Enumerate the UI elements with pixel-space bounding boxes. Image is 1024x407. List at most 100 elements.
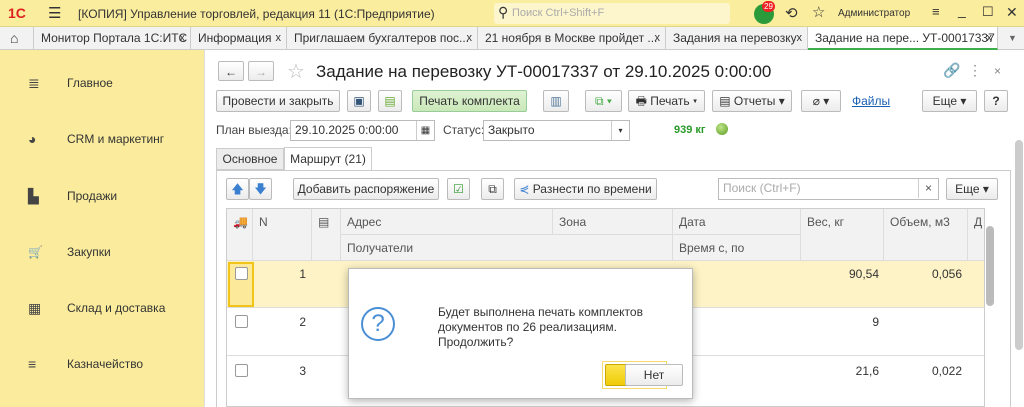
shopping-bag-icon: ▙ <box>28 188 39 204</box>
minimize-icon[interactable]: _ <box>958 2 966 18</box>
question-icon: ? <box>361 307 395 341</box>
tab-info[interactable]: Информация x <box>191 27 287 50</box>
row-weight: 90,54 <box>848 267 879 281</box>
table-more-button[interactable]: Еще ▾ <box>946 178 998 200</box>
status-label: Статус: <box>443 123 485 137</box>
status-select[interactable]: Закрыто ▾ <box>483 120 630 141</box>
user-name[interactable]: Администратор <box>838 8 910 19</box>
more-vertical-icon[interactable]: ⋮ <box>968 62 982 79</box>
close-icon[interactable]: ✕ <box>1006 4 1018 21</box>
close-tab-icon[interactable]: x <box>467 27 473 50</box>
close-tab-icon[interactable]: x <box>276 27 282 50</box>
tab-route[interactable]: Маршрут (21) <box>284 147 372 171</box>
sidebar-item-treasury[interactable]: ≡ Казначейство <box>0 349 205 379</box>
add-order-button[interactable]: Добавить распоряжение <box>293 178 439 200</box>
sidebar: ≣ Главное ◕ CRM и маркетинг ▙ Продажи 🛒 Заку… <box>0 50 205 407</box>
maximize-icon[interactable]: ☐ <box>982 4 994 20</box>
plan-date-input[interactable]: 29.10.2025 0:00:00 ▦ <box>290 120 435 141</box>
table-more-label: Еще <box>955 182 980 196</box>
notification-badge: 29 <box>762 1 775 12</box>
calendar-icon[interactable]: ▦ <box>416 121 434 140</box>
attachments-button[interactable]: ⌀ ▾ <box>801 90 841 112</box>
chevron-down-icon[interactable]: ▾ <box>611 121 629 140</box>
table-search-placeholder: Поиск (Ctrl+F) <box>723 181 801 195</box>
check-all-button[interactable]: ☑ <box>447 178 470 200</box>
print-label: Печать <box>650 94 690 108</box>
pie-chart-icon: ◕ <box>28 131 37 147</box>
close-tab-icon[interactable]: x <box>655 27 661 50</box>
sidebar-item-purchases[interactable]: 🛒 Закупки <box>0 237 205 267</box>
back-button[interactable]: ← <box>218 61 244 81</box>
close-tab-icon[interactable]: x <box>987 27 993 50</box>
column-zone[interactable]: Зона <box>553 209 673 235</box>
files-link[interactable]: Файлы <box>852 94 890 108</box>
sidebar-item-warehouse[interactable]: ▦ Склад и доставка <box>0 293 205 323</box>
table-scrollbar[interactable] <box>986 226 994 306</box>
print-button[interactable]: 🖶 Печать ▾ <box>628 90 705 112</box>
tab-november[interactable]: 21 ноября в Москве пройдет ... x <box>478 27 666 50</box>
create-based-button[interactable]: ⧉ ▾ <box>585 90 622 112</box>
dialog-message-text: Будет выполнена печать комплектов докуме… <box>438 305 643 334</box>
forward-button[interactable]: → <box>248 61 274 81</box>
tab-transport-task[interactable]: Задание на пере... УТ-00017337 x <box>808 27 998 50</box>
reports-icon: ▤ <box>719 94 734 108</box>
plan-label: План выезда: <box>216 123 292 137</box>
row-checkbox[interactable] <box>235 364 248 377</box>
dialog-question-text: Продолжить? <box>438 335 514 349</box>
link-icon[interactable]: 🔗 <box>943 62 960 79</box>
menu-icon[interactable]: ☰ <box>48 4 61 22</box>
tab-transport-tasks[interactable]: Задания на перевозку x <box>666 27 808 50</box>
column-address[interactable]: Адрес <box>341 209 553 235</box>
global-search-input[interactable]: ⚲ Поиск Ctrl+Shift+F <box>494 3 730 24</box>
sidebar-item-main[interactable]: ≣ Главное <box>0 68 205 98</box>
sidebar-item-crm[interactable]: ◕ CRM и маркетинг <box>0 124 205 154</box>
structure-button[interactable]: ▥ <box>543 90 569 112</box>
tab-monitor[interactable]: Монитор Портала 1С:ИТС x <box>34 27 191 50</box>
post-document-button[interactable]: ▤ <box>378 90 402 112</box>
row-volume: 0,056 <box>931 267 962 281</box>
truck-icon: 🚚 <box>227 209 253 261</box>
tabs-dropdown-icon[interactable]: ▼ <box>1008 33 1017 43</box>
clear-search-icon[interactable]: × <box>918 179 938 198</box>
notifications-bell-icon[interactable]: 29 <box>754 1 775 24</box>
move-down-button[interactable]: 🡇 <box>249 178 272 200</box>
warehouse-icon: ▦ <box>28 300 42 316</box>
distribute-time-button[interactable]: ⋞ Разнести по времени <box>514 178 657 200</box>
row-number: 2 <box>299 315 306 329</box>
reports-button[interactable]: ▤ Отчеты ▾ <box>712 90 792 112</box>
table-search-input[interactable]: Поиск (Ctrl+F) × <box>718 178 939 200</box>
home-icon[interactable]: ⌂ <box>0 27 34 50</box>
close-tab-icon[interactable]: x <box>797 27 803 50</box>
sidebar-item-label: Склад и доставка <box>67 301 166 315</box>
no-button[interactable]: Нет <box>625 364 683 386</box>
tab-invite[interactable]: Приглашаем бухгалтеров пос... x <box>287 27 478 50</box>
sidebar-item-sales[interactable]: ▙ Продажи <box>0 181 205 211</box>
favorite-star-icon[interactable]: ☆ <box>287 59 305 84</box>
row-checkbox[interactable] <box>235 315 248 328</box>
open-tabs-bar: ⌂ Монитор Портала 1С:ИТС x Информация x Пр… <box>0 27 1024 50</box>
column-time[interactable]: Время с, по <box>673 235 801 261</box>
save-button[interactable]: ▣ <box>347 90 371 112</box>
copy-button[interactable]: ⧉ <box>481 178 504 200</box>
close-form-icon[interactable]: × <box>994 64 1001 78</box>
column-recipients[interactable]: Получатели <box>341 235 673 261</box>
column-date[interactable]: Дата <box>673 209 801 235</box>
close-tab-icon[interactable]: x <box>180 27 186 50</box>
more-label: Еще <box>932 94 958 108</box>
column-extra[interactable]: Д <box>968 209 984 261</box>
column-volume[interactable]: Объем, м3 <box>884 209 968 261</box>
column-weight[interactable]: Вес, кг <box>801 209 884 261</box>
column-n[interactable]: N <box>253 209 312 261</box>
favorites-star-icon[interactable]: ☆ <box>812 3 825 21</box>
settings-menu-icon[interactable]: ≡ <box>932 4 940 19</box>
post-and-close-button[interactable]: Провести и закрыть <box>216 90 340 112</box>
history-icon[interactable]: ⟲ <box>785 4 798 22</box>
form-scrollbar[interactable] <box>1015 140 1023 350</box>
print-set-button[interactable]: Печать комплекта <box>412 90 527 112</box>
row-checkbox[interactable] <box>235 267 248 280</box>
more-button[interactable]: Еще ▾ <box>922 90 977 112</box>
tab-main[interactable]: Основное <box>216 148 284 170</box>
move-up-button[interactable]: 🡅 <box>226 178 249 200</box>
help-button[interactable]: ? <box>984 90 1008 112</box>
reports-label: Отчеты <box>733 94 776 108</box>
